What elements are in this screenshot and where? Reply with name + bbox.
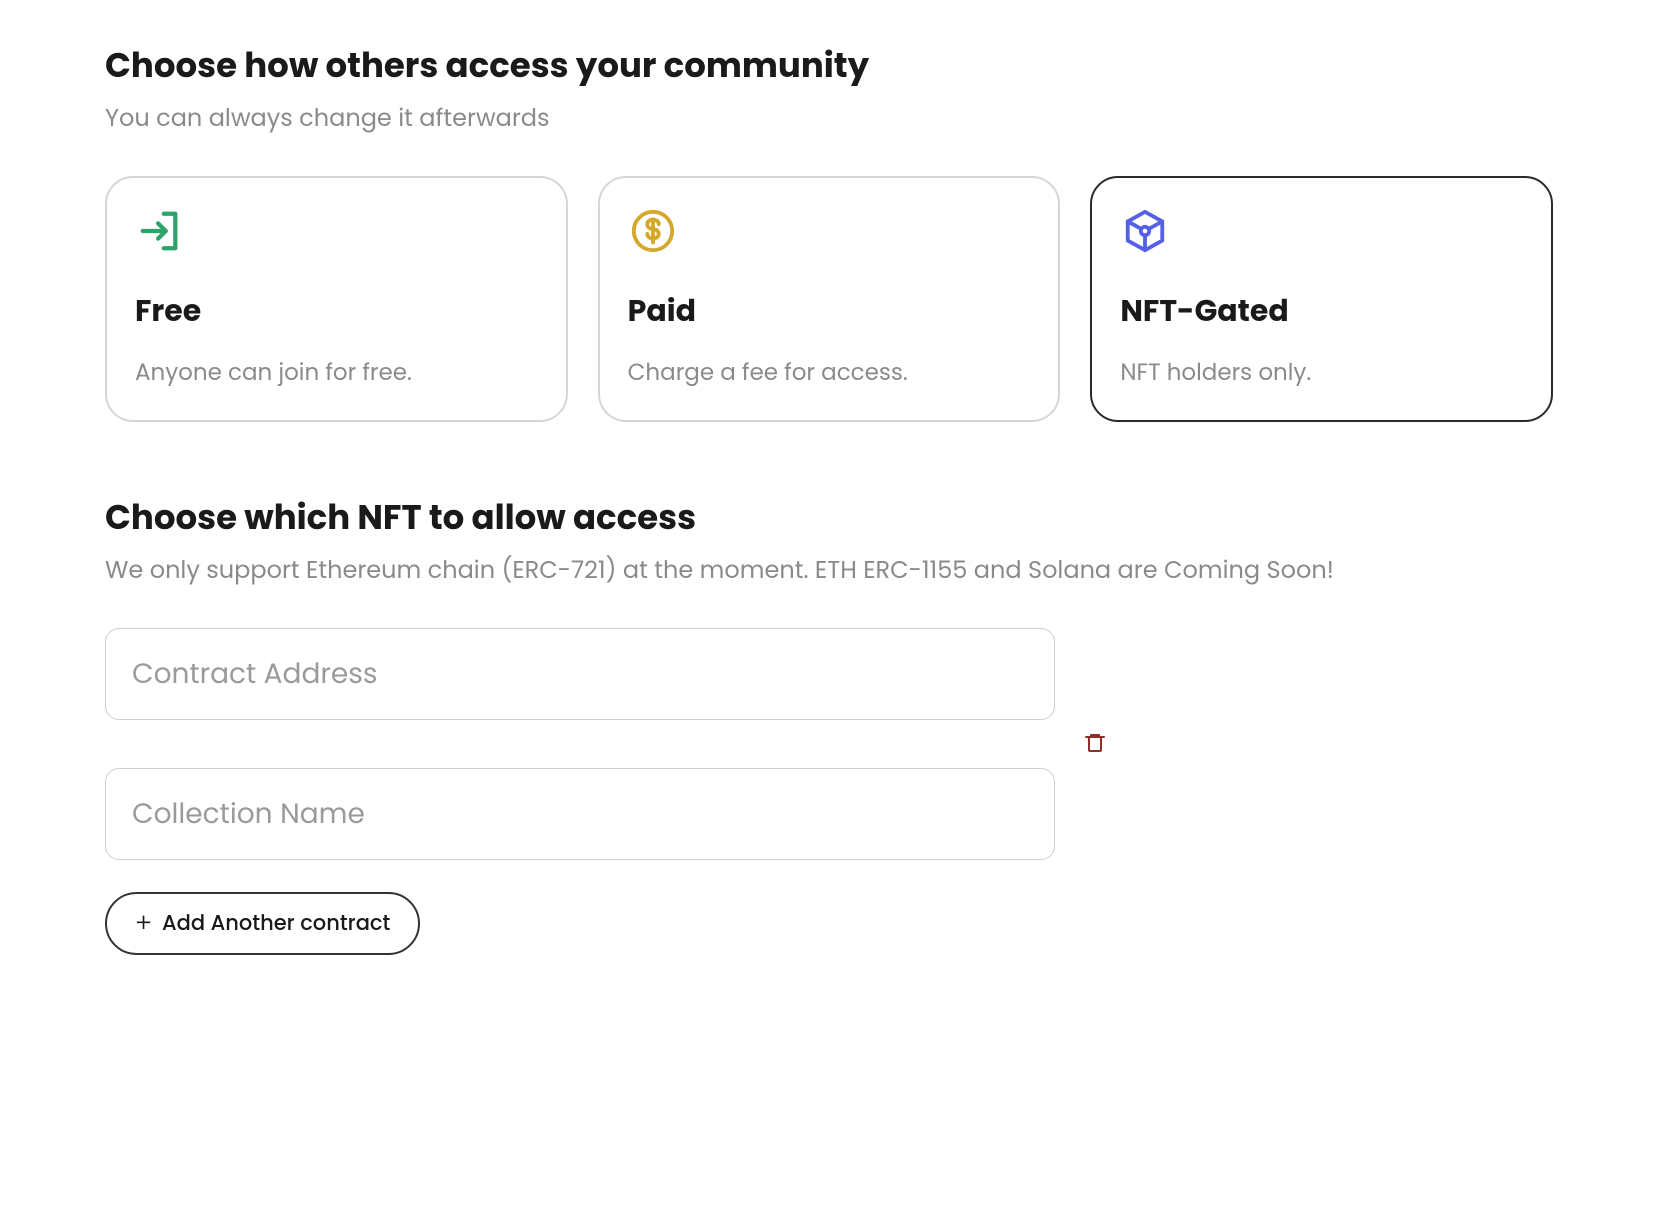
access-option-nft-gated[interactable]: NFT-Gated NFT holders only. bbox=[1090, 176, 1553, 422]
add-contract-label: Add Another contract bbox=[162, 908, 390, 939]
enter-icon bbox=[135, 206, 185, 256]
access-option-title: NFT-Gated bbox=[1120, 288, 1523, 334]
access-option-title: Free bbox=[135, 288, 538, 334]
nft-title: Choose which NFT to allow access bbox=[105, 492, 1553, 543]
plus-icon: + bbox=[135, 911, 152, 937]
access-option-free[interactable]: Free Anyone can join for free. bbox=[105, 176, 568, 422]
trash-icon bbox=[1083, 745, 1107, 760]
nft-subtitle: We only support Ethereum chain (ERC-721)… bbox=[105, 553, 1553, 588]
access-subtitle: You can always change it afterwards bbox=[105, 101, 1553, 136]
cube-icon bbox=[1120, 206, 1170, 256]
add-contract-button[interactable]: + Add Another contract bbox=[105, 892, 420, 955]
access-option-desc: Charge a fee for access. bbox=[628, 356, 1031, 390]
access-options-row: Free Anyone can join for free. Paid Char… bbox=[105, 176, 1553, 422]
dollar-icon bbox=[628, 206, 678, 256]
contract-address-input[interactable] bbox=[105, 628, 1055, 720]
access-option-desc: Anyone can join for free. bbox=[135, 356, 538, 390]
collection-name-input[interactable] bbox=[105, 768, 1055, 860]
access-option-title: Paid bbox=[628, 288, 1031, 334]
nft-form-fields bbox=[105, 628, 1055, 860]
nft-form-row bbox=[105, 628, 1553, 860]
delete-contract-button[interactable] bbox=[1079, 725, 1111, 764]
access-option-desc: NFT holders only. bbox=[1120, 356, 1523, 390]
access-option-paid[interactable]: Paid Charge a fee for access. bbox=[598, 176, 1061, 422]
access-title: Choose how others access your community bbox=[105, 40, 1553, 91]
